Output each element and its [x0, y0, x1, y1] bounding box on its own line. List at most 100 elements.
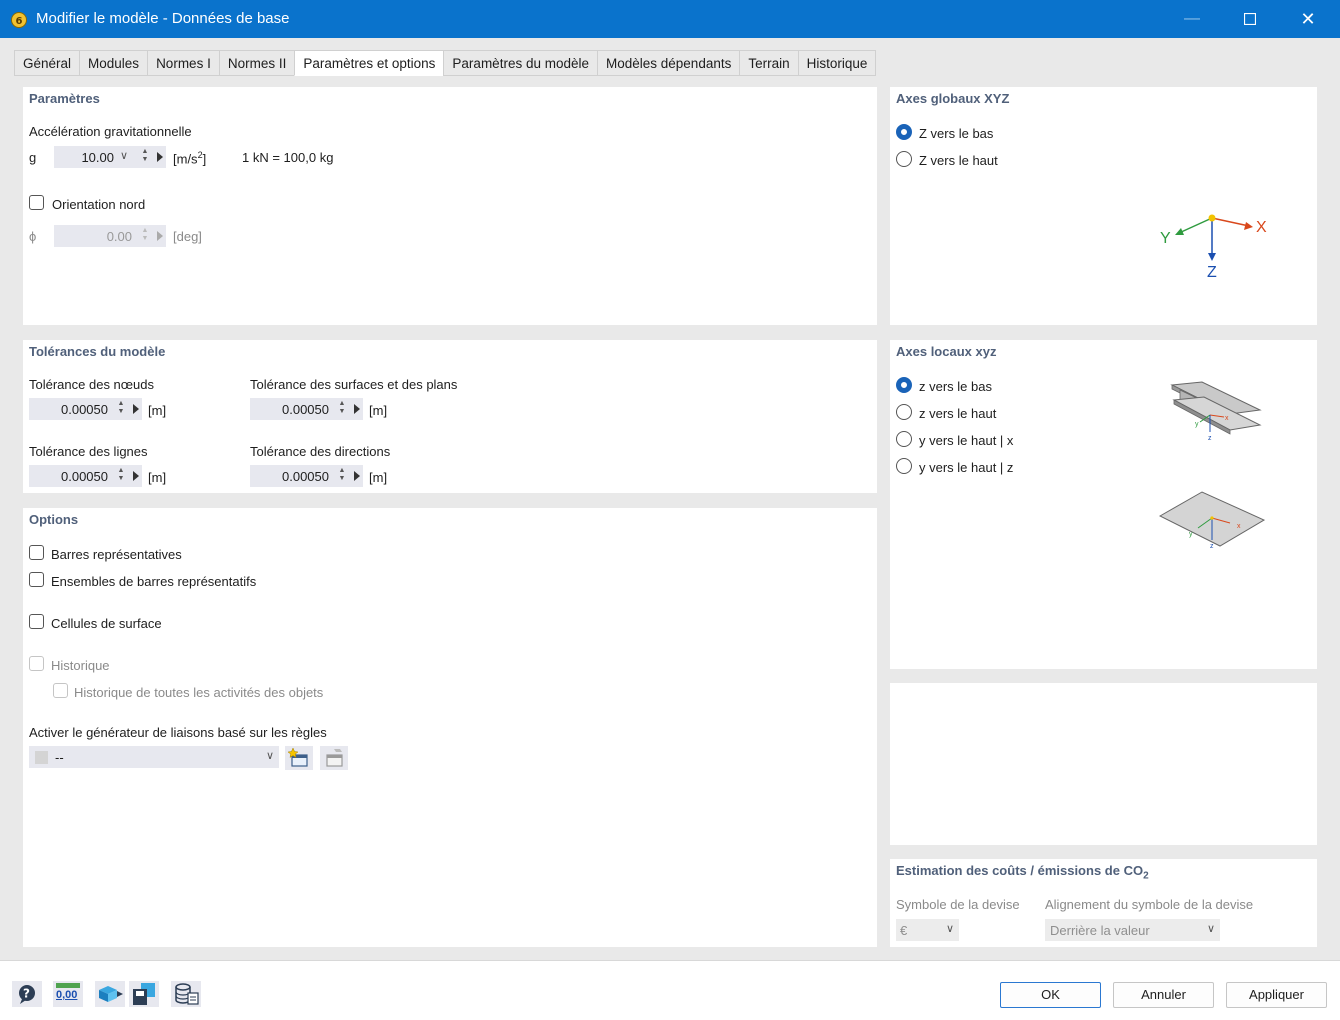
nodes-tolerance-input[interactable]: 0.00050 ▲ ▼: [29, 398, 142, 420]
arrow-right-icon[interactable]: [157, 231, 163, 241]
save-template-icon[interactable]: [129, 981, 159, 1007]
currency-select[interactable]: € ∨: [896, 919, 959, 941]
minimize-icon[interactable]: —: [1163, 0, 1221, 38]
z-up-radio[interactable]: [896, 151, 912, 167]
history-checkbox[interactable]: [29, 656, 44, 671]
lines-tolerance-value: 0.00050: [61, 469, 108, 484]
model-view-icon[interactable]: [95, 981, 125, 1007]
rep-sets-label: Ensembles de barres représentatifs: [51, 574, 257, 589]
lines-tolerance-label: Tolérance des lignes: [29, 444, 148, 459]
surfaces-tolerance-input[interactable]: 0.00050 ▲ ▼: [250, 398, 363, 420]
currency-value: €: [900, 923, 908, 938]
close-icon[interactable]: ✕: [1279, 0, 1337, 38]
tab-modules[interactable]: Modules: [79, 50, 148, 76]
spin-arrows-icon[interactable]: ▲ ▼: [141, 227, 149, 243]
axis-z-label: Z: [1207, 264, 1217, 281]
surface-cells-checkbox[interactable]: [29, 614, 44, 629]
spin-arrows-icon[interactable]: ▲ ▼: [338, 467, 346, 483]
apply-button[interactable]: Appliquer: [1226, 982, 1327, 1008]
tab-terrain[interactable]: Terrain: [739, 50, 798, 76]
local-axes-title: Axes locaux xyz: [896, 344, 997, 359]
svg-text:x: x: [1237, 523, 1241, 530]
arrow-right-icon[interactable]: [354, 404, 360, 414]
help-icon[interactable]: ?: [12, 981, 42, 1007]
tab-modeles-dependants[interactable]: Modèles dépendants: [597, 50, 740, 76]
surfaces-tolerance-label: Tolérance des surfaces et des plans: [250, 377, 458, 392]
g-symbol: g: [29, 150, 37, 165]
svg-text:z: z: [1210, 543, 1214, 550]
generator-select[interactable]: -- ∨: [29, 746, 279, 768]
directions-tolerance-input[interactable]: 0.00050 ▲ ▼: [250, 465, 363, 487]
surface-cells-label: Cellules de surface: [51, 616, 162, 631]
z-down-label: Z vers le bas: [919, 126, 994, 141]
spin-arrows-icon[interactable]: ▲ ▼: [141, 148, 149, 164]
chevron-down-icon[interactable]: ∨: [120, 149, 128, 162]
gravity-value: 10.00: [81, 150, 114, 165]
database-icon[interactable]: [171, 981, 201, 1007]
options-panel: Options Barres représentatives Ensembles…: [23, 508, 877, 947]
svg-text:x: x: [1225, 415, 1229, 422]
arrow-right-icon[interactable]: [133, 404, 139, 414]
arrow-right-icon[interactable]: [133, 471, 139, 481]
beam-axes-icon: x y z: [1170, 381, 1262, 442]
gravity-label: Accélération gravitationnelle: [29, 124, 192, 139]
north-orientation-label: Orientation nord: [52, 197, 146, 212]
options-title: Options: [29, 512, 79, 527]
chevron-down-icon[interactable]: ∨: [946, 922, 954, 935]
spin-arrows-icon[interactable]: ▲ ▼: [117, 400, 125, 416]
local-y-up-x-radio[interactable]: [896, 431, 912, 447]
chevron-down-icon[interactable]: ∨: [1207, 922, 1215, 935]
surfaces-tolerance-unit: [m]: [369, 403, 388, 418]
spin-arrows-icon[interactable]: ▲ ▼: [338, 400, 346, 416]
maximize-icon[interactable]: [1221, 0, 1279, 38]
tab-parametres-modele[interactable]: Paramètres du modèle: [443, 50, 597, 76]
arrow-right-icon[interactable]: [354, 471, 360, 481]
phi-value: 0.00: [106, 229, 132, 244]
local-z-up-radio[interactable]: [896, 404, 912, 420]
tab-general[interactable]: Général: [14, 50, 80, 76]
svg-text:z: z: [1208, 435, 1212, 442]
local-y-up-z-radio[interactable]: [896, 458, 912, 474]
history-label: Historique: [51, 658, 110, 673]
edit-generator-button[interactable]: [320, 746, 348, 770]
north-orientation-checkbox[interactable]: [29, 195, 44, 210]
local-z-down-radio[interactable]: [896, 377, 912, 393]
gravity-input[interactable]: 10.00 ∨ ▲ ▼: [54, 146, 166, 168]
nodes-tolerance-label: Tolérance des nœuds: [29, 377, 155, 392]
color-swatch: [35, 751, 48, 764]
z-down-radio[interactable]: [896, 124, 912, 140]
history-all-label: Historique de toutes les activités des o…: [74, 685, 324, 700]
spin-arrows-icon[interactable]: ▲ ▼: [117, 467, 125, 483]
surfaces-tolerance-value: 0.00050: [282, 402, 329, 417]
edit-item-icon: [326, 749, 343, 767]
new-generator-button[interactable]: [285, 746, 313, 770]
z-up-label: Z vers le haut: [919, 153, 998, 168]
ok-button[interactable]: OK: [1000, 982, 1101, 1008]
directions-tolerance-value: 0.00050: [282, 469, 329, 484]
units-icon[interactable]: 0,00: [53, 981, 83, 1007]
local-y-up-x-label: y vers le haut | x: [919, 433, 1014, 448]
axis-y-label: Y: [1160, 230, 1171, 247]
phi-input[interactable]: 0.00 ▲ ▼: [54, 225, 166, 247]
history-all-checkbox[interactable]: [53, 683, 68, 698]
lines-tolerance-input[interactable]: 0.00050 ▲ ▼: [29, 465, 142, 487]
tab-parametres-options[interactable]: Paramètres et options: [294, 50, 444, 76]
arrow-right-icon[interactable]: [157, 152, 163, 162]
lines-tolerance-unit: [m]: [148, 470, 167, 485]
app-logo-icon: 6: [11, 12, 27, 28]
directions-tolerance-unit: [m]: [369, 470, 388, 485]
local-y-up-z-label: y vers le haut | z: [919, 460, 1014, 475]
tab-historique[interactable]: Historique: [797, 50, 877, 76]
rep-bars-checkbox[interactable]: [29, 545, 44, 560]
tab-normes-1[interactable]: Normes I: [147, 50, 219, 76]
alignment-select[interactable]: Derrière la valeur ∨: [1045, 919, 1220, 941]
cancel-button[interactable]: Annuler: [1113, 982, 1214, 1008]
chevron-down-icon[interactable]: ∨: [266, 749, 274, 762]
gravity-conversion: 1 kN = 100,0 kg: [242, 150, 334, 165]
svg-text:y: y: [1189, 531, 1193, 538]
tab-bar: Général Modules Normes I Normes II Param…: [14, 50, 877, 76]
global-axes-title: Axes globaux XYZ: [896, 91, 1010, 106]
rep-sets-checkbox[interactable]: [29, 572, 44, 587]
tab-normes-2[interactable]: Normes II: [218, 50, 295, 76]
footer-bar: ? 0,00 OK Annuler Appliquer: [0, 960, 1340, 1020]
